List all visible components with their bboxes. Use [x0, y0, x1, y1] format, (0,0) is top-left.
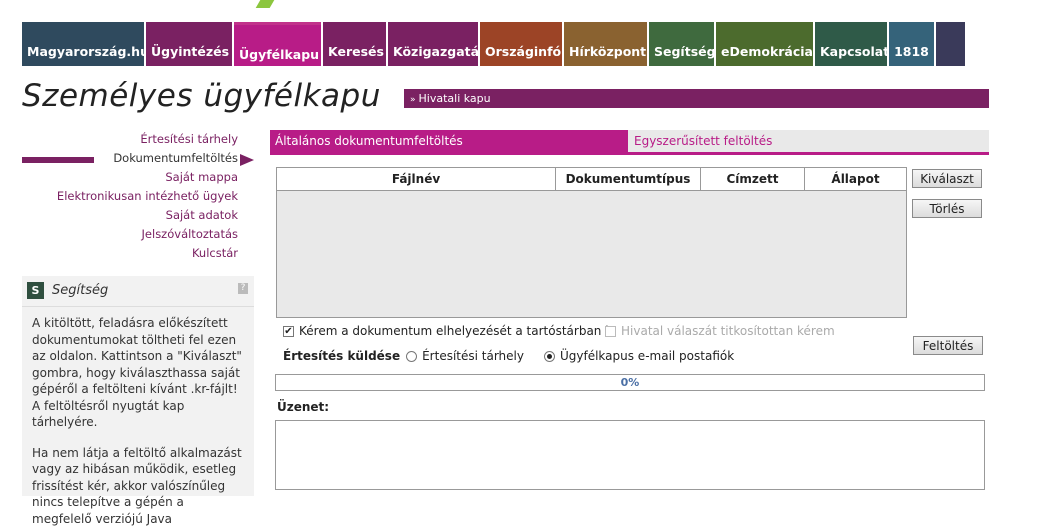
- tabs-underline: [270, 152, 989, 155]
- upload-button[interactable]: Feltöltés: [913, 336, 983, 355]
- nav-item-label: Országinfó: [480, 44, 566, 59]
- nav-item-label: Közigazgatás: [388, 44, 492, 59]
- sidebar-item-1[interactable]: Dokumentumfeltöltés: [22, 149, 254, 168]
- sidebar-item-3[interactable]: Elektronikusan intézhető ügyek: [22, 187, 254, 206]
- encrypt-checkbox[interactable]: [605, 326, 616, 337]
- nav-item-label: Hírközpont: [564, 44, 651, 59]
- sidebar-item-5[interactable]: Jelszóváltoztatás: [22, 225, 254, 244]
- select-button[interactable]: Kiválaszt: [912, 169, 982, 188]
- notify-row: Értesítés küldése Értesítési tárhely Ügy…: [283, 349, 734, 363]
- help-paragraph-2: Ha nem látja a feltöltő alkalmazást vagy…: [32, 445, 244, 527]
- store-checkbox-label: Kérem a dokumentum elhelyezését a tartós…: [299, 324, 615, 338]
- notify-label: Értesítés küldése: [283, 349, 400, 363]
- tab-simplified-upload[interactable]: Egyszerűsített feltöltés: [634, 130, 772, 152]
- column-header-3[interactable]: Állapot: [805, 168, 906, 190]
- hivatali-kapu-link[interactable]: »Hivatali kapu: [404, 89, 989, 108]
- nav-item-label: Magyarország.hu: [22, 44, 154, 59]
- help-panel: S Segítség ? A kitöltött, feladásra elők…: [22, 276, 254, 496]
- nav-item-spacer: [936, 22, 965, 66]
- nav-item-3[interactable]: Keresés: [323, 22, 386, 66]
- sidebar-item-label: Jelszóváltoztatás: [142, 227, 238, 241]
- nav-item-label: 1818: [889, 44, 934, 59]
- nav-item-1[interactable]: Ügyintézés: [146, 22, 232, 66]
- sidebar-item-label: Saját mappa: [165, 170, 238, 184]
- nav-item-6[interactable]: Hírközpont: [564, 22, 647, 66]
- sidebar-item-2[interactable]: Saját mappa: [22, 168, 254, 187]
- active-arrow-icon: [240, 154, 254, 166]
- nav-item-7[interactable]: Segítség: [649, 22, 714, 66]
- nav-item-5[interactable]: Országinfó: [480, 22, 562, 66]
- active-bar: [22, 157, 94, 163]
- nav-item-9[interactable]: Kapcsolat: [815, 22, 887, 66]
- logo-accent: [256, 0, 275, 8]
- file-table-header: FájlnévDokumentumtípusCímzettÁllapot: [277, 168, 906, 191]
- column-header-1[interactable]: Dokumentumtípus: [556, 168, 701, 190]
- upload-progress-bar: 0%: [275, 374, 985, 391]
- store-checkbox[interactable]: ✔: [283, 326, 294, 337]
- message-label: Üzenet:: [277, 400, 329, 414]
- sidebar-item-label: Elektronikusan intézhető ügyek: [57, 189, 238, 203]
- store-option-row: ✔ Kérem a dokumentum elhelyezését a tart…: [283, 324, 615, 338]
- sidebar-menu: Értesítési tárhely Dokumentumfeltöltés Saj…: [22, 130, 254, 263]
- notify-option-storage: Értesítési tárhely: [422, 349, 524, 363]
- message-textarea[interactable]: [275, 420, 985, 490]
- nav-item-label: Ügyintézés: [146, 44, 234, 59]
- top-navigation: Magyarország.huÜgyintézésÜgyfélkapuKeres…: [22, 22, 967, 66]
- nav-item-0[interactable]: Magyarország.hu: [22, 22, 144, 66]
- nav-item-label: Kapcsolat: [815, 44, 894, 59]
- encrypt-option-row: Hivatal válaszát titkosítottan kérem: [605, 324, 835, 338]
- nav-item-4[interactable]: Közigazgatás: [388, 22, 478, 66]
- help-header: S Segítség ?: [22, 276, 254, 307]
- nav-item-label: eDemokrácia: [716, 44, 818, 59]
- nav-item-2[interactable]: Ügyfélkapu: [234, 22, 321, 66]
- sidebar-item-label: Saját adatok: [166, 208, 238, 222]
- column-header-2[interactable]: Címzett: [701, 168, 805, 190]
- column-header-0[interactable]: Fájlnév: [277, 168, 556, 190]
- sidebar-item-6[interactable]: Kulcstár: [22, 244, 254, 263]
- help-body: A kitöltött, feladásra előkészített doku…: [22, 307, 254, 527]
- help-question-icon[interactable]: ?: [238, 283, 248, 294]
- help-paragraph-1: A kitöltött, feladásra előkészített doku…: [32, 315, 244, 431]
- encrypt-checkbox-label: Hivatal válaszát titkosítottan kérem: [621, 324, 835, 338]
- hivatali-kapu-label: Hivatali kapu: [419, 92, 491, 105]
- sidebar-item-label: Értesítési tárhely: [140, 132, 238, 146]
- notify-option-email: Ügyfélkapus e-mail postafiók: [560, 349, 734, 363]
- file-table[interactable]: FájlnévDokumentumtípusCímzettÁllapot: [276, 167, 907, 318]
- sidebar-item-label: Kulcstár: [192, 246, 238, 260]
- tab-general-upload[interactable]: Általános dokumentumfeltöltés: [270, 130, 628, 152]
- nav-item-label: Keresés: [323, 44, 389, 59]
- nav-item-label: Ügyfélkapu: [234, 47, 324, 62]
- help-badge-icon: S: [27, 282, 44, 299]
- double-arrow-icon: »: [410, 95, 416, 105]
- nav-item-10[interactable]: 1818: [889, 22, 934, 66]
- nav-item-8[interactable]: eDemokrácia: [716, 22, 813, 66]
- sidebar-item-0[interactable]: Értesítési tárhely: [22, 130, 254, 149]
- nav-item-label: Segítség: [649, 44, 721, 59]
- sidebar-item-label: Dokumentumfeltöltés: [113, 151, 238, 165]
- page-title: Személyes ügyfélkapu: [22, 78, 381, 114]
- notify-radio-storage[interactable]: [406, 351, 417, 362]
- sidebar-item-4[interactable]: Saját adatok: [22, 206, 254, 225]
- upload-tabs: Általános dokumentumfeltöltés Egyszerűsí…: [270, 130, 989, 152]
- help-title: Segítség: [52, 283, 108, 298]
- delete-button[interactable]: Törlés: [912, 199, 982, 218]
- notify-radio-email[interactable]: [544, 351, 555, 362]
